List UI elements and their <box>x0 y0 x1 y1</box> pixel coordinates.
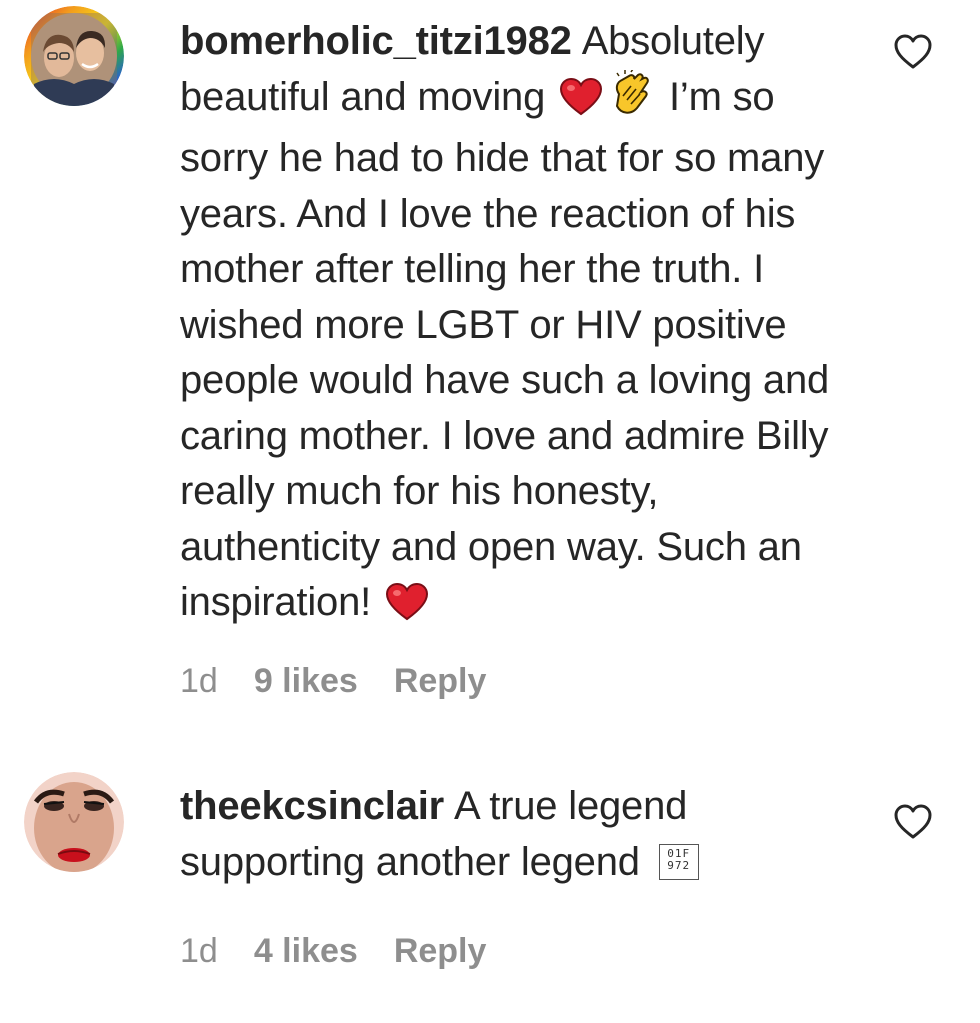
username-link[interactable]: theekcsinclair <box>180 784 444 828</box>
comment-item: theekcsinclair A true legend supporting a… <box>0 760 980 1023</box>
comment-item: bomerholic_titzi1982 Absolutely beautiful… <box>0 0 980 720</box>
glyph-code: 01F 972 <box>667 846 691 872</box>
likes-count[interactable]: 9 likes <box>254 662 358 700</box>
heart-like-icon[interactable] <box>893 804 933 840</box>
heart-like-icon[interactable] <box>893 34 933 70</box>
avatar[interactable] <box>24 772 124 872</box>
comment-text: theekcsinclair A true legend supporting a… <box>180 779 855 890</box>
comment-meta: 1d 9 likes Reply <box>180 662 522 701</box>
avatar[interactable] <box>24 6 124 106</box>
timestamp[interactable]: 1d <box>180 932 218 970</box>
username-link[interactable]: bomerholic_titzi1982 <box>180 19 572 63</box>
likes-count[interactable]: 4 likes <box>254 932 358 970</box>
comment-text-part: I’m so sorry he had to hide that for so … <box>180 74 830 625</box>
unsupported-emoji-glyph: 01F 972 <box>658 843 699 880</box>
red-heart-icon <box>385 581 429 637</box>
comment-meta: 1d 4 likes Reply <box>180 932 522 971</box>
clapping-hands-icon <box>609 68 655 132</box>
comment-text: bomerholic_titzi1982 Absolutely beautiful… <box>180 14 855 637</box>
reply-button[interactable]: Reply <box>394 662 487 700</box>
red-heart-icon <box>559 76 603 132</box>
reply-button[interactable]: Reply <box>394 932 487 970</box>
timestamp[interactable]: 1d <box>180 662 218 700</box>
